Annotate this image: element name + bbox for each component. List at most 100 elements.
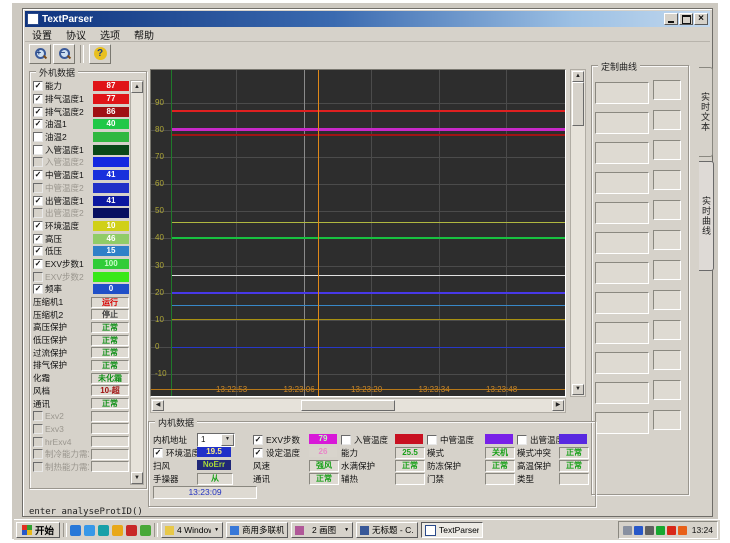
help-button[interactable]: ? <box>89 44 111 64</box>
curve-value-slot[interactable] <box>653 350 681 370</box>
curve-value-slot[interactable] <box>653 290 681 310</box>
dropdown-arrow-icon[interactable]: ▼ <box>221 434 234 446</box>
curve-value-slot[interactable] <box>653 260 681 280</box>
curve-value-slot[interactable] <box>653 80 681 100</box>
start-button[interactable]: 开始 <box>16 522 60 538</box>
chart-vscrollbar[interactable]: ▲ ▼ <box>570 69 586 397</box>
minimize-button[interactable] <box>664 13 678 25</box>
curve-name-slot[interactable] <box>595 382 649 404</box>
checkbox[interactable] <box>33 437 43 447</box>
curve-value-slot[interactable] <box>653 140 681 160</box>
checkbox[interactable]: ✓ <box>153 448 163 458</box>
printer-icon[interactable] <box>623 526 632 535</box>
curve-name-slot[interactable] <box>595 202 649 224</box>
curve-value-slot[interactable] <box>653 230 681 250</box>
task-button[interactable]: TextParser <box>421 522 483 538</box>
tab-realtime-text[interactable]: 实时文本 <box>699 67 713 157</box>
chart-hscrollbar[interactable]: ◀ ▶ <box>150 398 566 413</box>
scroll-left-icon[interactable]: ◀ <box>152 400 164 411</box>
curve-name-slot[interactable] <box>595 352 649 374</box>
checkbox[interactable]: ✓ <box>253 435 263 445</box>
dots-icon[interactable] <box>645 526 654 535</box>
curve-value-slot[interactable] <box>653 320 681 340</box>
checkbox[interactable]: ✓ <box>33 221 43 231</box>
maximize-button[interactable] <box>679 13 693 25</box>
checkbox[interactable]: ✓ <box>253 448 263 458</box>
scroll-up-icon[interactable]: ▲ <box>572 71 584 82</box>
menu-item-0[interactable]: 设置 <box>25 27 59 42</box>
checkbox[interactable]: ✓ <box>33 234 43 244</box>
dropdown-arrow-icon[interactable]: ▼ <box>344 527 349 533</box>
checkbox[interactable]: ✓ <box>33 170 43 180</box>
curve-name-slot[interactable] <box>595 112 649 134</box>
checkbox[interactable] <box>427 435 437 445</box>
checkbox[interactable] <box>341 435 351 445</box>
checkbox[interactable] <box>33 145 43 155</box>
desktop-icon[interactable] <box>98 525 109 536</box>
curve-name-slot[interactable] <box>595 292 649 314</box>
tab-realtime-curve[interactable]: 实时曲线 <box>699 161 714 271</box>
checkbox[interactable] <box>33 157 43 167</box>
checkbox[interactable] <box>33 208 43 218</box>
lightning-icon[interactable] <box>678 526 687 535</box>
checkbox[interactable]: ✓ <box>33 119 43 129</box>
curve-value-slot[interactable] <box>653 200 681 220</box>
chart-plot[interactable]: 9080706050403020100-1013:22:5313:23:0613… <box>150 69 566 397</box>
msn-icon[interactable] <box>140 525 151 536</box>
task-button[interactable]: 无标题 - C... <box>356 522 418 538</box>
checkbox[interactable]: ✓ <box>33 259 43 269</box>
curve-name-slot[interactable] <box>595 232 649 254</box>
checkbox[interactable]: ✓ <box>33 94 43 104</box>
menu-item-1[interactable]: 协议 <box>59 27 93 42</box>
checkbox[interactable]: ✓ <box>33 196 43 206</box>
checkbox[interactable] <box>33 411 43 421</box>
zoom-out-button[interactable]: − <box>53 44 75 64</box>
checkbox[interactable] <box>517 435 527 445</box>
scroll-right-icon[interactable]: ▶ <box>552 400 564 411</box>
sidebar-scrollbar[interactable]: ▲ ▼ <box>130 80 144 485</box>
menu-item-3[interactable]: 帮助 <box>127 27 161 42</box>
red-app-icon[interactable] <box>667 526 676 535</box>
vscroll-thumb[interactable] <box>572 82 584 126</box>
curve-value-slot[interactable] <box>653 380 681 400</box>
curve-name-slot[interactable] <box>595 142 649 164</box>
scroll-down-icon[interactable]: ▼ <box>131 472 143 484</box>
checkbox[interactable]: ✓ <box>33 246 43 256</box>
curve-value-slot[interactable] <box>653 170 681 190</box>
clock[interactable]: 13:24 <box>689 525 713 535</box>
curve-value-slot[interactable] <box>653 410 681 430</box>
mail-icon[interactable] <box>84 525 95 536</box>
hscroll-thumb[interactable] <box>301 400 395 411</box>
checkbox[interactable] <box>33 424 43 434</box>
title-bar[interactable]: TextParser × <box>25 11 710 27</box>
checkbox[interactable] <box>33 132 43 142</box>
curve-name-slot[interactable] <box>595 412 649 434</box>
dropdown-arrow-icon[interactable]: ▼ <box>214 527 219 533</box>
indoor-unit-select[interactable]: 1▼ <box>197 433 235 447</box>
media-icon[interactable] <box>112 525 123 536</box>
time-cursor-line[interactable] <box>318 70 319 396</box>
task-button[interactable]: 商用多联机... <box>226 522 288 538</box>
task-button[interactable]: 4 Windows ...▼ <box>161 522 223 538</box>
checkbox[interactable] <box>33 462 43 472</box>
zoom-in-button[interactable]: + <box>29 44 51 64</box>
key-icon[interactable] <box>126 525 137 536</box>
curve-name-slot[interactable] <box>595 82 649 104</box>
checkbox[interactable] <box>33 183 43 193</box>
menu-item-2[interactable]: 选项 <box>93 27 127 42</box>
curve-name-slot[interactable] <box>595 322 649 344</box>
scroll-up-icon[interactable]: ▲ <box>131 81 143 93</box>
ie-icon[interactable] <box>70 525 81 536</box>
close-button[interactable]: × <box>694 13 708 25</box>
green-app-icon[interactable] <box>656 526 665 535</box>
checkbox[interactable]: ✓ <box>33 81 43 91</box>
help-icon[interactable] <box>634 526 643 535</box>
checkbox[interactable] <box>33 449 43 459</box>
task-button[interactable]: 2 画图▼ <box>291 522 353 538</box>
checkbox[interactable]: ✓ <box>33 284 43 294</box>
curve-value-slot[interactable] <box>653 110 681 130</box>
checkbox[interactable] <box>33 272 43 282</box>
checkbox[interactable]: ✓ <box>33 107 43 117</box>
scroll-down-icon[interactable]: ▼ <box>572 384 584 395</box>
curve-name-slot[interactable] <box>595 172 649 194</box>
